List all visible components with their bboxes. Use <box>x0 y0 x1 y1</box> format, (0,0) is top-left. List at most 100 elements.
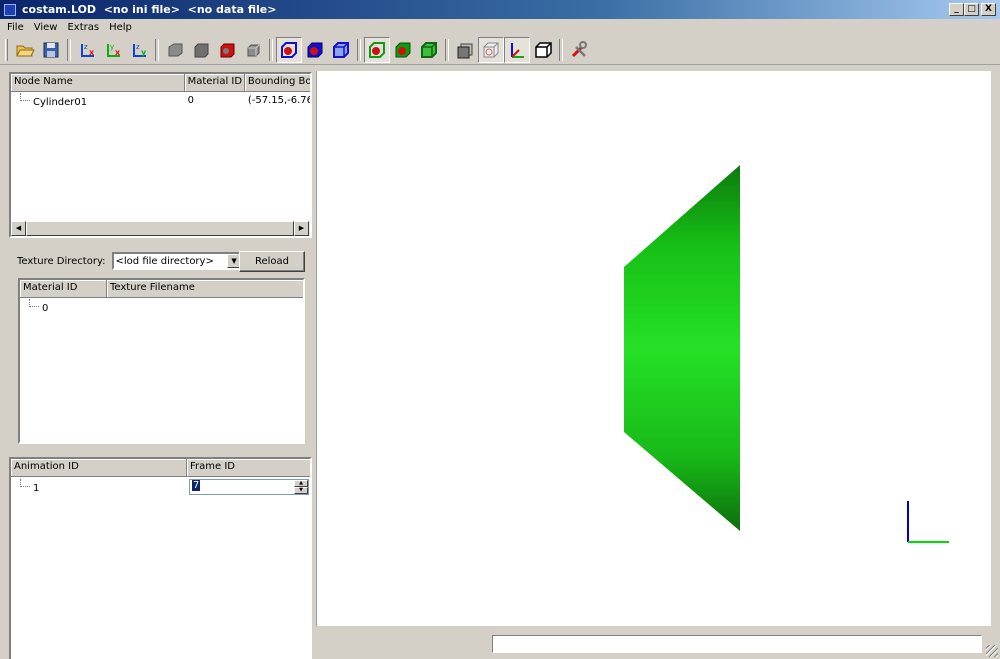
wire-green-icon <box>369 41 385 58</box>
column-animation-id[interactable]: Animation ID <box>11 459 187 476</box>
maximize-button[interactable]: □ <box>964 3 979 16</box>
cube-grey-small-icon <box>247 44 260 56</box>
frame-id-value[interactable]: 7 <box>192 479 201 491</box>
stepper-up-icon[interactable]: ▲ <box>294 479 308 487</box>
node-tree[interactable]: Node Name Material ID Bounding Box Cylin… <box>9 72 312 238</box>
svg-text:y: y <box>141 48 147 57</box>
texture-directory-value: <lod file directory> <box>115 255 214 267</box>
view-zx-button[interactable]: zx <box>74 37 100 63</box>
scroll-right-arrow-icon[interactable]: ▶ <box>294 221 309 236</box>
mesh-cylinder01[interactable] <box>624 165 740 531</box>
transparent-button[interactable] <box>478 36 504 63</box>
node-material-id: 0 <box>187 94 195 106</box>
tree-connector <box>29 298 39 307</box>
svg-text:z: z <box>136 43 140 51</box>
tools-icon <box>571 40 587 57</box>
view-zy-button[interactable]: zy <box>126 37 152 63</box>
menu-bar: File View Extras Help <box>0 19 1000 35</box>
toolbar-separator <box>67 38 71 61</box>
blue-cube-button[interactable] <box>328 37 354 63</box>
stepper-down-icon[interactable]: ▼ <box>294 486 308 494</box>
node-name: Cylinder01 <box>33 96 88 108</box>
column-bounding-box[interactable]: Bounding Box <box>245 74 310 91</box>
window-title: costam.LOD <no ini file> <no data file> <box>22 3 277 16</box>
tree-connector <box>20 92 30 101</box>
axes-icon <box>511 42 524 58</box>
3d-viewport[interactable] <box>316 71 991 626</box>
left-panel: Node Name Material ID Bounding Box Cylin… <box>0 66 316 659</box>
app-icon <box>4 3 16 16</box>
cube-grey-icon <box>194 43 209 57</box>
node-bounding-box: (-57.15,-6.762 <box>247 94 310 106</box>
texture-directory-row: Texture Directory: <lod file directory> … <box>17 252 244 270</box>
frame-id-stepper[interactable]: 7 ▲ ▼ <box>189 478 309 495</box>
axis-yx-icon: yx <box>107 43 121 57</box>
table-row[interactable]: Cylinder01 0 (-57.15,-6.762 <box>11 92 310 108</box>
window-controls: _ □ X <box>949 3 996 16</box>
axis-zx-icon: zx <box>81 43 95 57</box>
texture-directory-label: Texture Directory: <box>17 255 106 267</box>
scroll-left-arrow-icon[interactable]: ◀ <box>11 221 26 236</box>
render-grey-solid-button[interactable] <box>162 37 188 63</box>
svg-text:y: y <box>110 43 114 51</box>
column-material-id[interactable]: Material ID <box>20 280 107 297</box>
open-folder-icon <box>16 45 35 56</box>
menu-view[interactable]: View <box>29 22 63 33</box>
green-cube-button[interactable] <box>416 37 442 63</box>
title-bar: costam.LOD <no ini file> <no data file> … <box>0 0 1000 19</box>
column-texture-filename[interactable]: Texture Filename <box>107 280 303 297</box>
svg-text:x: x <box>89 48 95 57</box>
toolbar: zx yx zy <box>0 35 1000 65</box>
material-tree[interactable]: Material ID Texture Filename 0 <box>18 278 305 444</box>
status-field <box>492 635 982 653</box>
solid-blue-icon <box>307 42 323 57</box>
cube-blue-icon <box>333 41 349 58</box>
status-bar <box>0 629 1000 659</box>
menu-file[interactable]: File <box>2 22 29 33</box>
cube-red-icon <box>220 43 235 57</box>
render-red-button[interactable] <box>214 37 240 63</box>
table-row[interactable]: 1 7 ▲ ▼ <box>11 477 310 496</box>
save-button[interactable] <box>38 37 64 63</box>
solid-grey-icon <box>168 43 183 56</box>
solid-green-icon <box>395 42 411 57</box>
toolbar-separator <box>357 38 361 61</box>
scrollbar-thumb[interactable] <box>26 221 294 236</box>
svg-text:x: x <box>115 48 121 57</box>
tree-connector <box>20 479 30 487</box>
menu-extras[interactable]: Extras <box>62 22 104 33</box>
horizontal-scrollbar[interactable]: ◀ ▶ <box>11 221 310 236</box>
blue-wire-button[interactable] <box>276 36 302 63</box>
green-solid-button[interactable] <box>390 37 416 63</box>
texture-directory-select[interactable]: <lod file directory> ▼ <box>111 252 244 270</box>
reload-button[interactable]: Reload <box>239 251 305 272</box>
tools-button[interactable] <box>566 37 592 63</box>
menu-help[interactable]: Help <box>104 22 137 33</box>
render-grey-small-button[interactable] <box>240 37 266 63</box>
view-yx-button[interactable]: yx <box>100 37 126 63</box>
render-grey-cube-button[interactable] <box>188 37 214 63</box>
toolbar-separator <box>559 38 563 61</box>
svg-text:z: z <box>84 43 88 51</box>
axes-button[interactable] <box>504 36 530 63</box>
animation-id-value: 1 <box>33 483 40 494</box>
open-button[interactable] <box>12 37 38 63</box>
cube-outline-icon <box>535 41 552 58</box>
cube-transparent-icon <box>483 42 499 57</box>
column-material-id[interactable]: Material ID <box>185 74 245 91</box>
minimize-button[interactable]: _ <box>949 3 964 16</box>
resize-grip-icon[interactable] <box>986 645 998 657</box>
outline-button[interactable] <box>530 37 556 63</box>
blue-solid-button[interactable] <box>302 37 328 63</box>
material-tree-header: Material ID Texture Filename <box>20 280 303 298</box>
table-row[interactable]: 0 <box>20 298 303 314</box>
material-id-value: 0 <box>42 302 49 314</box>
toolbar-grip[interactable] <box>5 38 8 61</box>
toolbar-separator <box>445 38 449 61</box>
animation-tree-header: Animation ID Frame ID <box>11 459 310 477</box>
green-wire-button[interactable] <box>364 36 390 63</box>
close-button[interactable]: X <box>981 3 996 16</box>
stack-button[interactable] <box>452 37 478 63</box>
column-node-name[interactable]: Node Name <box>11 74 185 91</box>
column-frame-id[interactable]: Frame ID <box>187 459 310 476</box>
